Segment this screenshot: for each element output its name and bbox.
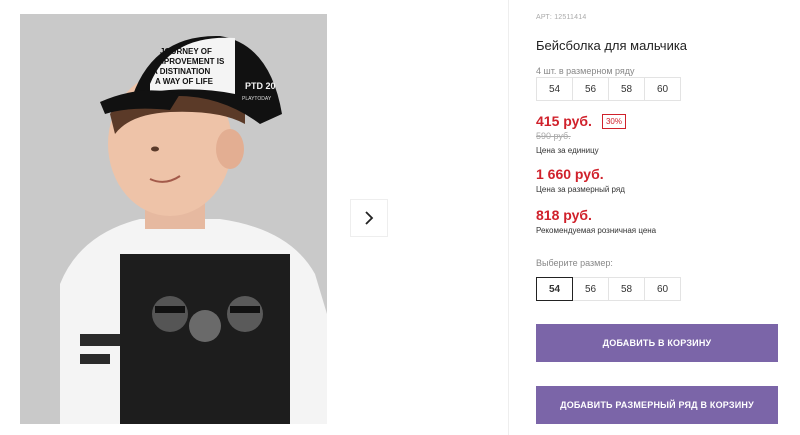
add-range-to-cart-button[interactable]: ДОБАВИТЬ РАЗМЕРНЫЙ РЯД В КОРЗИНУ [536,386,778,424]
add-to-cart-button[interactable]: ДОБАВИТЬ В КОРЗИНУ [536,324,778,362]
choose-size-label: Выберите размер: [536,258,613,268]
product-title: Бейсболка для мальчика [536,38,688,53]
price-row: 415 руб. 30% [536,113,626,129]
range-price: 1 660 руб. [536,166,604,182]
retail-price: 818 руб. [536,207,592,223]
product-image[interactable]: JOURNEY OF IMPROVEMENT IS A DISTINATION … [20,14,327,424]
range-size: 58 [608,77,645,101]
old-price: 590 руб. [536,131,571,141]
cap-line-4: A WAY OF LIFE [155,77,214,86]
size-option-selected[interactable]: 54 [536,277,573,301]
discount-badge: 30% [601,113,626,129]
cap-side-text: PTD 20 [245,81,276,91]
next-image-button[interactable] [350,199,388,237]
size-option[interactable]: 60 [644,277,681,301]
size-option[interactable]: 56 [572,277,609,301]
size-range-list: 54 56 58 60 [536,77,681,101]
cap-line-3: A DISTINATION [152,67,210,76]
unit-price-note: Цена за единицу [536,146,599,155]
range-price-note: Цена за размерный ряд [536,185,625,194]
divider [508,0,509,435]
size-picker: 54 56 58 60 [536,277,681,301]
cap-line-1: JOURNEY OF [160,47,212,56]
retail-price-note: Рекомендуемая розничная цена [536,226,657,235]
cap-side-sub: PLAYTODAY [242,96,272,102]
article-number: АРТ: 12511414 [536,14,587,21]
current-price: 415 руб. [536,113,592,129]
range-size: 56 [572,77,609,101]
cap-line-2: IMPROVEMENT IS [155,57,225,66]
size-range-label: 4 шт. в размерном ряду [536,66,635,76]
chevron-right-icon [365,211,374,225]
product-photo: JOURNEY OF IMPROVEMENT IS A DISTINATION … [20,14,327,424]
range-size: 60 [644,77,681,101]
size-option[interactable]: 58 [608,277,645,301]
range-size: 54 [536,77,573,101]
